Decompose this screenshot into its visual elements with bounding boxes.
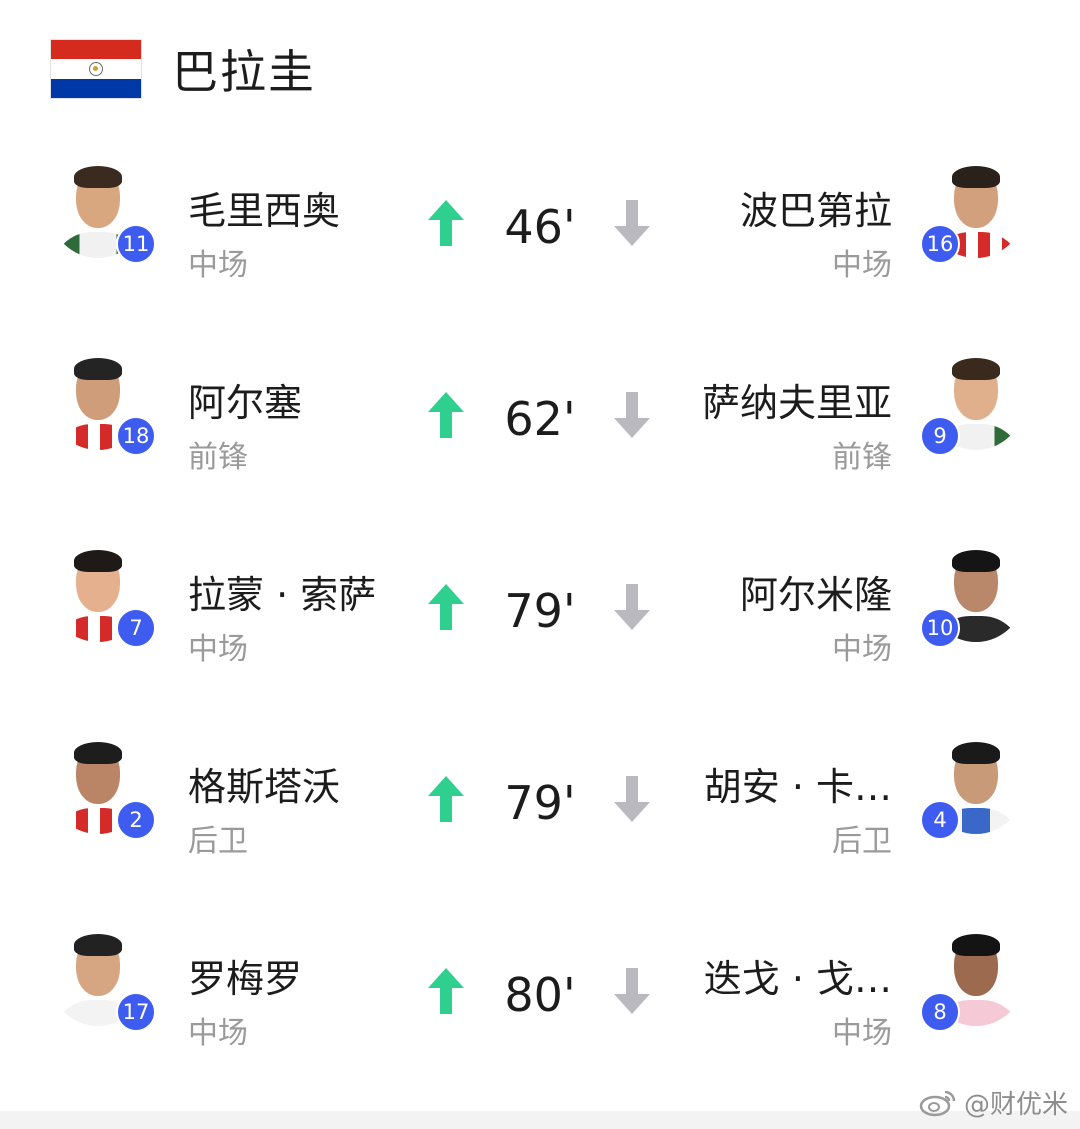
player-out-number-badge: 10 — [920, 608, 960, 648]
player-in-position: 后卫 — [188, 824, 248, 859]
substitution-row[interactable]: 11 毛里西奥 中场 46' 波巴第拉 中场 16 — [0, 150, 1080, 290]
sub-out-arrow-icon — [614, 584, 650, 630]
player-in-position: 中场 — [188, 248, 248, 283]
player-out-name[interactable]: 阿尔米隆 — [740, 564, 892, 619]
player-in-number-badge: 2 — [116, 800, 156, 840]
player-in-avatar[interactable]: 11 — [50, 162, 156, 264]
weibo-watermark: @财优米 — [918, 1084, 1068, 1121]
player-out-name[interactable]: 胡安 · 卡… — [704, 756, 892, 811]
player-out-avatar[interactable]: 16 — [920, 162, 1024, 264]
sub-in-arrow-icon — [428, 584, 464, 630]
player-in-name[interactable]: 阿尔塞 — [188, 372, 302, 427]
player-in-avatar[interactable]: 18 — [50, 354, 156, 456]
player-out-avatar[interactable]: 4 — [920, 738, 1024, 840]
player-out-name[interactable]: 萨纳夫里亚 — [702, 372, 892, 427]
player-in-name[interactable]: 毛里西奥 — [188, 180, 340, 235]
player-out-number-badge: 16 — [920, 224, 960, 264]
player-out-number-badge: 9 — [920, 416, 960, 456]
player-in-name[interactable]: 格斯塔沃 — [188, 756, 340, 811]
substitution-minute: 80' — [504, 968, 576, 1022]
sub-in-arrow-icon — [428, 968, 464, 1014]
player-in-avatar[interactable]: 17 — [50, 930, 156, 1032]
team-header: 巴拉圭 — [50, 38, 316, 100]
player-out-position: 前锋 — [832, 440, 892, 475]
player-out-name[interactable]: 迭戈 · 戈… — [704, 948, 892, 1003]
team-name: 巴拉圭 — [172, 45, 316, 99]
player-out-number-badge: 8 — [920, 992, 960, 1032]
sub-out-arrow-icon — [614, 392, 650, 438]
substitution-minute: 79' — [504, 584, 576, 638]
player-in-number-badge: 18 — [116, 416, 156, 456]
player-in-number-badge: 7 — [116, 608, 156, 648]
player-in-position: 前锋 — [188, 440, 248, 475]
player-out-position: 中场 — [832, 632, 892, 667]
watermark-text: @财优米 — [963, 1090, 1068, 1120]
substitution-row[interactable]: 18 阿尔塞 前锋 62' 萨纳夫里亚 前锋 9 — [0, 342, 1080, 482]
substitution-row[interactable]: 2 格斯塔沃 后卫 79' 胡安 · 卡… 后卫 4 — [0, 726, 1080, 866]
player-out-position: 后卫 — [832, 824, 892, 859]
sub-out-arrow-icon — [614, 968, 650, 1014]
sub-in-arrow-icon — [428, 776, 464, 822]
paraguay-flag-icon — [50, 39, 142, 99]
sub-in-arrow-icon — [428, 392, 464, 438]
player-out-number-badge: 4 — [920, 800, 960, 840]
player-in-position: 中场 — [188, 1016, 248, 1051]
player-in-position: 中场 — [188, 632, 248, 667]
player-in-name[interactable]: 罗梅罗 — [188, 948, 302, 1003]
substitution-row[interactable]: 7 拉蒙 · 索萨 中场 79' 阿尔米隆 中场 10 — [0, 534, 1080, 674]
player-in-name[interactable]: 拉蒙 · 索萨 — [188, 564, 376, 619]
player-out-position: 中场 — [832, 248, 892, 283]
substitution-minute: 62' — [504, 392, 576, 446]
weibo-logo-icon — [919, 1090, 956, 1116]
player-out-position: 中场 — [832, 1016, 892, 1051]
substitution-minute: 79' — [504, 776, 576, 830]
sub-out-arrow-icon — [614, 200, 650, 246]
player-out-name[interactable]: 波巴第拉 — [740, 180, 892, 235]
player-out-avatar[interactable]: 8 — [920, 930, 1024, 1032]
player-in-number-badge: 17 — [116, 992, 156, 1032]
player-in-number-badge: 11 — [116, 224, 156, 264]
sub-out-arrow-icon — [614, 776, 650, 822]
substitution-row[interactable]: 17 罗梅罗 中场 80' 迭戈 · 戈… 中场 8 — [0, 918, 1080, 1058]
player-in-avatar[interactable]: 7 — [50, 546, 156, 648]
player-out-avatar[interactable]: 10 — [920, 546, 1024, 648]
player-in-avatar[interactable]: 2 — [50, 738, 156, 840]
player-out-avatar[interactable]: 9 — [920, 354, 1024, 456]
substitution-minute: 46' — [504, 200, 576, 254]
sub-in-arrow-icon — [428, 200, 464, 246]
